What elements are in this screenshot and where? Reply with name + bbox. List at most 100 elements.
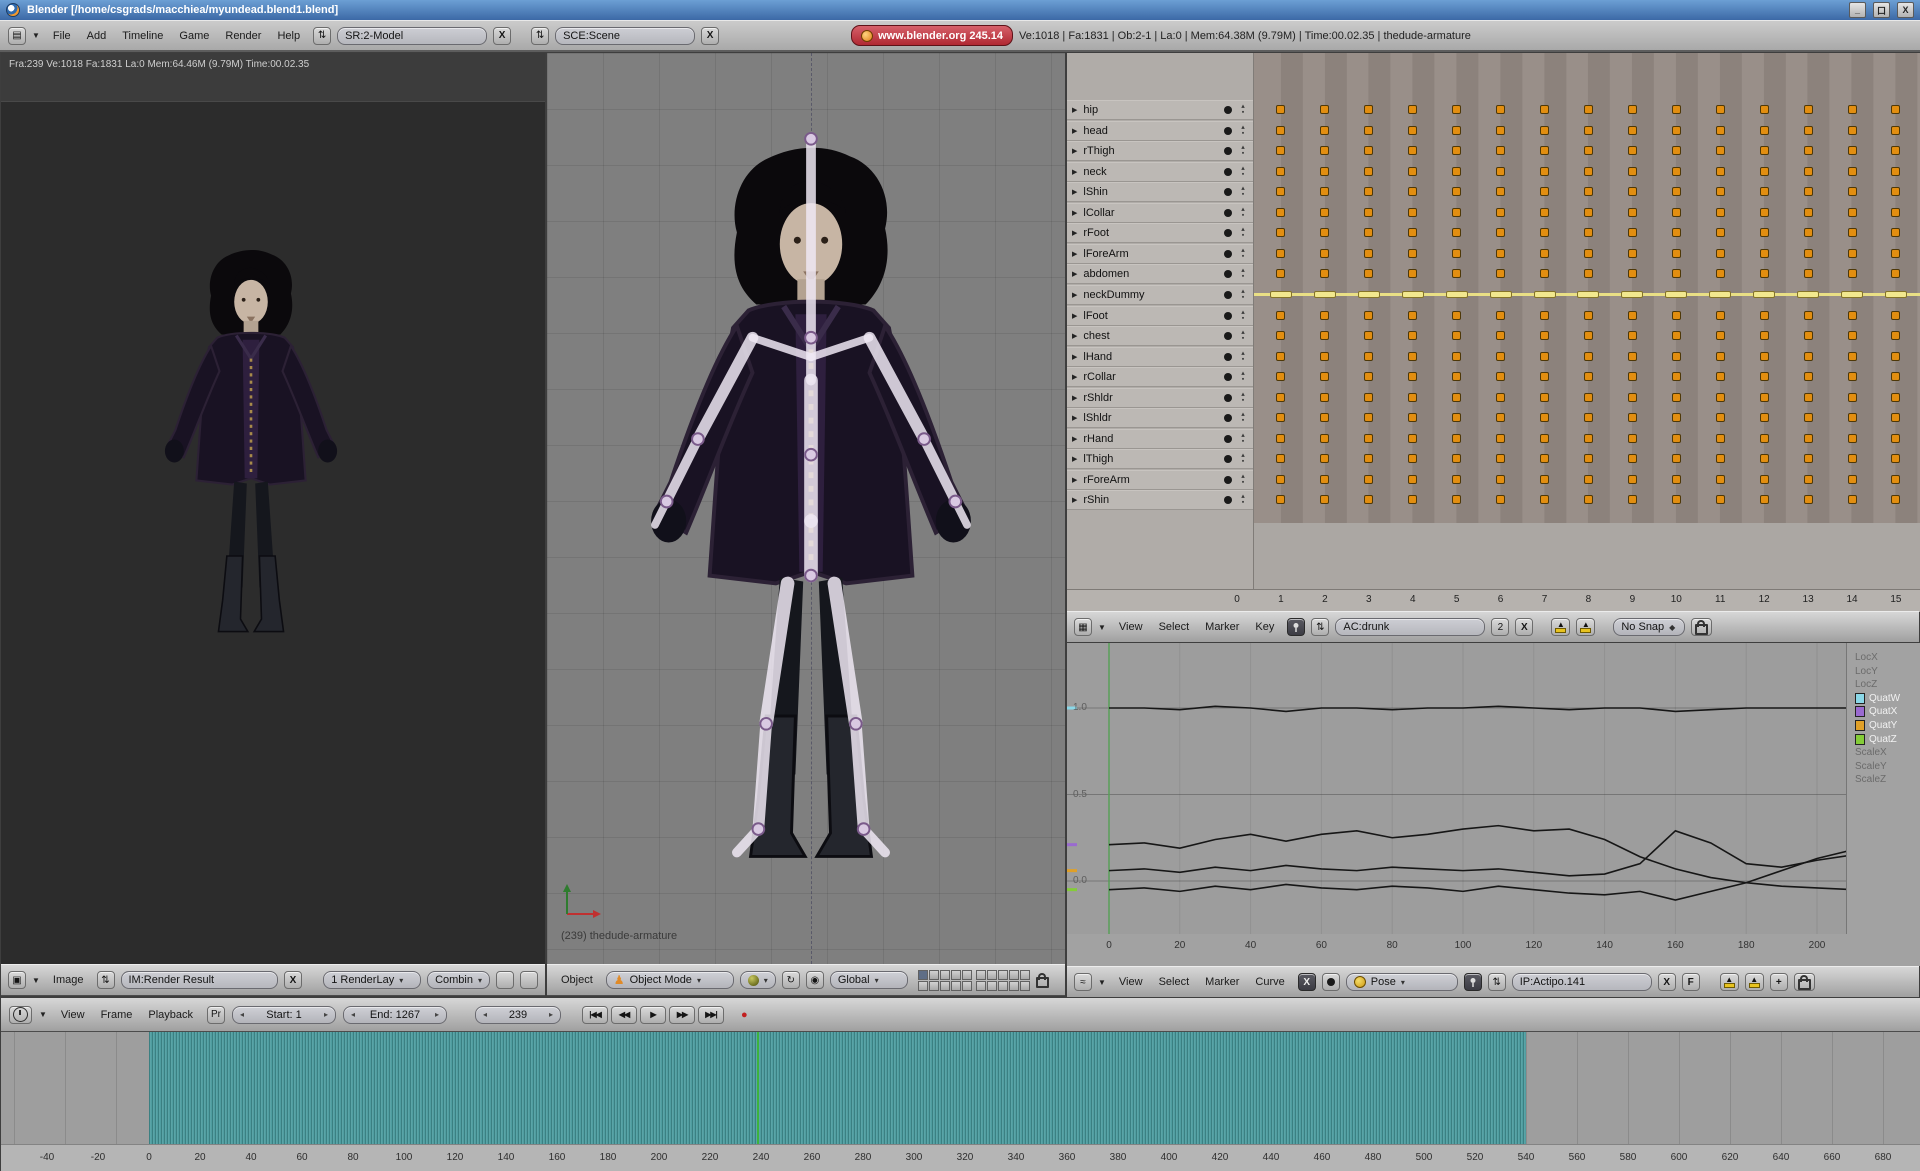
increment-icon[interactable]: ▸ <box>324 1010 328 1019</box>
keyframe-dot[interactable] <box>1452 228 1461 237</box>
channel-visibility-dot-icon[interactable] <box>1224 229 1232 237</box>
keyframe-dot[interactable] <box>1540 311 1549 320</box>
channel-row[interactable]: ▶chest▴▪ <box>1067 326 1253 346</box>
decrement-icon[interactable]: ◂ <box>240 1010 244 1019</box>
channel-row[interactable]: ▶rFoot▴▪ <box>1067 223 1253 243</box>
keyframe-dot[interactable] <box>1276 331 1285 340</box>
collapse-arrow-icon[interactable]: ▼ <box>1098 623 1106 632</box>
keyframe-dot[interactable] <box>1408 228 1417 237</box>
keyframe-dot[interactable] <box>1408 269 1417 278</box>
keyframe-dot[interactable] <box>1540 146 1549 155</box>
keyframe-dot[interactable] <box>1496 475 1505 484</box>
channel-row[interactable]: ▶lHand▴▪ <box>1067 347 1253 367</box>
layer-button-7[interactable] <box>987 970 997 980</box>
keyframe-dot[interactable] <box>1584 331 1593 340</box>
keyframe-dot[interactable] <box>1276 413 1285 422</box>
keyframe-dot[interactable] <box>1496 393 1505 402</box>
keyframe-dot[interactable] <box>1452 352 1461 361</box>
keyframe-dot[interactable] <box>1672 413 1681 422</box>
ipo-curve-QuatW[interactable] <box>1109 706 1846 711</box>
channel-mute-icon[interactable]: ▪ <box>1242 439 1244 445</box>
menu-render[interactable]: Render <box>218 29 268 43</box>
unlink-image-button[interactable]: X <box>284 971 302 989</box>
channel-mute-icon[interactable]: ▪ <box>1242 131 1244 137</box>
keyframe-dot[interactable] <box>1804 126 1813 135</box>
channel-row[interactable]: ▶abdomen▴▪ <box>1067 264 1253 284</box>
channel-expand-icon[interactable]: ▶ <box>1072 147 1077 155</box>
keyframe-dot[interactable] <box>1716 454 1725 463</box>
channel-visibility-dot-icon[interactable] <box>1224 476 1232 484</box>
layer-button-5[interactable] <box>962 970 972 980</box>
keyframe-dot[interactable] <box>1804 167 1813 176</box>
keyframe-dot[interactable] <box>1584 413 1593 422</box>
action-keyframe-grid[interactable] <box>1254 53 1920 589</box>
channel-expand-icon[interactable]: ▶ <box>1072 455 1077 463</box>
decrement-icon[interactable]: ◂ <box>351 1010 355 1019</box>
layer-button-18[interactable] <box>998 981 1008 991</box>
selected-keyframe[interactable] <box>1402 291 1424 298</box>
keyframe-dot[interactable] <box>1848 187 1857 196</box>
keyframe-dot[interactable] <box>1584 208 1593 217</box>
layer-button-14[interactable] <box>951 981 961 991</box>
image-tools-button[interactable] <box>496 971 514 989</box>
increment-icon[interactable]: ▸ <box>435 1010 439 1019</box>
keyframe-dot[interactable] <box>1628 167 1637 176</box>
channel-mute-icon[interactable]: ▪ <box>1242 295 1244 301</box>
character-with-armature[interactable] <box>616 131 1006 911</box>
increment-icon[interactable]: ▸ <box>549 1010 553 1019</box>
keyframe-dot[interactable] <box>1408 146 1417 155</box>
keyframe-dot[interactable] <box>1408 126 1417 135</box>
layer-button-8[interactable] <box>998 970 1008 980</box>
keyframe-dot[interactable] <box>1848 311 1857 320</box>
keyframe-dot[interactable] <box>1716 434 1725 443</box>
action-frame-ruler[interactable]: 0123456789101112131415 <box>1067 589 1920 612</box>
keyframe-dot[interactable] <box>1628 434 1637 443</box>
channel-visibility-dot-icon[interactable] <box>1224 270 1232 278</box>
channel-expand-icon[interactable]: ▶ <box>1072 229 1077 237</box>
timeline-frame-ruler[interactable]: -40-200204060801001201401601802002202402… <box>1 1144 1920 1171</box>
keyframe-dot[interactable] <box>1320 434 1329 443</box>
keyframe-dot[interactable] <box>1628 393 1637 402</box>
ipo-datablock-selector[interactable]: IP:Actipo.141 <box>1512 973 1652 991</box>
keyframe-dot[interactable] <box>1584 126 1593 135</box>
collapse-arrow-icon[interactable]: ▼ <box>32 976 40 985</box>
keyframe-dot[interactable] <box>1716 249 1725 258</box>
channel-expand-icon[interactable]: ▶ <box>1072 373 1077 381</box>
menu-key[interactable]: Key <box>1248 620 1281 634</box>
keyframe-dot[interactable] <box>1848 167 1857 176</box>
keyframe-dot[interactable] <box>1760 413 1769 422</box>
keyframe-dot[interactable] <box>1408 413 1417 422</box>
keyframe-dot[interactable] <box>1804 475 1813 484</box>
keyframe-dot[interactable] <box>1584 454 1593 463</box>
keyframe-dot[interactable] <box>1320 228 1329 237</box>
keyframe-dot[interactable] <box>1584 393 1593 402</box>
unlink-ipo-button[interactable]: X <box>1658 973 1676 991</box>
keyframe-dot[interactable] <box>1496 454 1505 463</box>
transport-button[interactable]: ◀◀ <box>611 1006 637 1024</box>
playback-sync-button[interactable]: Pr <box>207 1006 225 1024</box>
scene-selector[interactable]: SCE:Scene <box>555 27 695 45</box>
keyframe-dot[interactable] <box>1716 393 1725 402</box>
keyframe-dot[interactable] <box>1760 393 1769 402</box>
collapse-arrow-icon[interactable]: ▼ <box>1098 978 1106 987</box>
keyframe-dot[interactable] <box>1452 269 1461 278</box>
channel-visibility-dot-icon[interactable] <box>1224 312 1232 320</box>
keyframe-dot[interactable] <box>1848 434 1857 443</box>
selected-keyframe[interactable] <box>1270 291 1292 298</box>
keyframe-dot[interactable] <box>1891 146 1900 155</box>
keyframe-dot[interactable] <box>1760 372 1769 381</box>
channel-visibility-dot-icon[interactable] <box>1224 291 1232 299</box>
keyframe-dot[interactable] <box>1716 413 1725 422</box>
keyframe-dot[interactable] <box>1320 393 1329 402</box>
channel-visibility-dot-icon[interactable] <box>1224 496 1232 504</box>
keyframe-dot[interactable] <box>1364 146 1373 155</box>
channel-mute-icon[interactable]: ▪ <box>1242 233 1244 239</box>
keyframe-dot[interactable] <box>1408 475 1417 484</box>
layer-button-9[interactable] <box>1009 970 1019 980</box>
pan-view-button[interactable]: + <box>1770 973 1788 991</box>
keyframe-dot[interactable] <box>1848 454 1857 463</box>
keyframe-dot[interactable] <box>1276 352 1285 361</box>
keyframe-dot[interactable] <box>1364 495 1373 504</box>
record-button[interactable]: ● <box>741 1009 748 1021</box>
channel-visibility-dot-icon[interactable] <box>1224 209 1232 217</box>
